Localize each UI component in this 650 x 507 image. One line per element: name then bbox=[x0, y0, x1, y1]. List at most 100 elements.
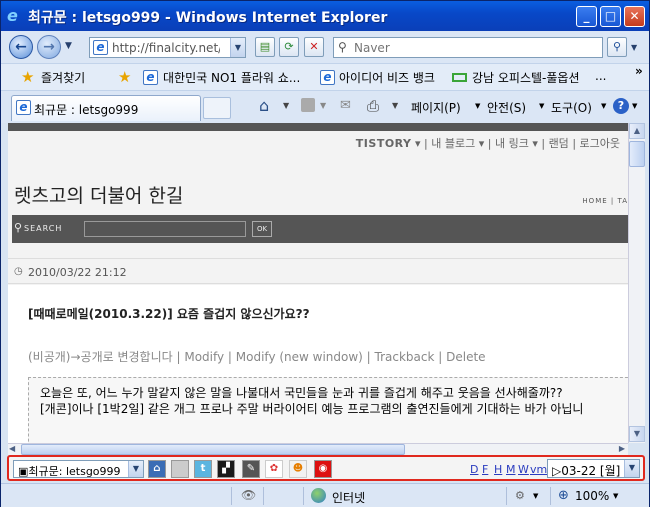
favorites-more[interactable]: ... bbox=[595, 69, 606, 83]
maximize-button[interactable]: □ bbox=[600, 6, 621, 27]
link-h[interactable]: H bbox=[494, 463, 502, 476]
tools-menu[interactable]: 도구(O) bbox=[551, 99, 592, 116]
home-icon[interactable]: ⌂ bbox=[259, 96, 269, 115]
blog-search-input[interactable] bbox=[84, 221, 246, 237]
top-border bbox=[8, 123, 628, 131]
search-options-dropdown-icon[interactable]: ▼ bbox=[631, 43, 637, 52]
chevron-down-icon[interactable]: ▼ bbox=[533, 492, 538, 500]
chevron-down-icon[interactable]: ▼ bbox=[320, 101, 326, 110]
chevron-right-icon[interactable]: » bbox=[635, 64, 643, 78]
feeds-icon[interactable] bbox=[301, 98, 315, 112]
search-ok-button[interactable]: OK bbox=[252, 221, 272, 237]
quote-line-2: [개콘]이나 [1박2일] 같은 개그 프로나 주말 버라이어티 예능 프로그램… bbox=[40, 402, 584, 416]
help-button[interactable]: ? bbox=[613, 98, 629, 114]
my-link-link[interactable]: 내 링크 bbox=[495, 137, 529, 150]
compatibility-view-icon[interactable]: ▤ bbox=[255, 37, 275, 57]
profile-icon[interactable] bbox=[171, 460, 189, 478]
refresh-icon[interactable]: ⟳ bbox=[279, 37, 299, 57]
link-m[interactable]: M bbox=[506, 463, 516, 476]
recent-pages-dropdown-icon[interactable]: ▼ bbox=[65, 41, 72, 51]
picasa-icon[interactable]: ✿ bbox=[265, 460, 283, 478]
date-select[interactable]: ▷03-22 [월] ▼ bbox=[547, 459, 640, 478]
address-dropdown-icon[interactable]: ▼ bbox=[230, 38, 245, 57]
print-icon[interactable]: ⎙ bbox=[367, 97, 379, 115]
add-favorite-star-icon[interactable]: ★ bbox=[118, 68, 131, 86]
horizontal-scrollbar[interactable]: ◀ ▶ bbox=[8, 443, 628, 455]
chevron-down-icon: ▼ bbox=[539, 102, 545, 110]
close-button[interactable]: ✕ bbox=[624, 6, 645, 27]
random-link[interactable]: 랜덤 bbox=[549, 137, 569, 150]
safety-menu[interactable]: 안전(S) bbox=[487, 99, 526, 116]
chevron-down-icon[interactable]: ▼ bbox=[128, 461, 143, 477]
privacy-icon[interactable]: 👁 bbox=[241, 488, 256, 502]
people-icon[interactable]: ☻ bbox=[289, 460, 307, 478]
favorite-link-2[interactable]: 아이디어 비즈 뱅크 bbox=[339, 69, 435, 86]
tab-bar: e 최규문 : letsgo999 ⌂ ▼ ▼ ✉ ⎙ ▼ 페이지(P) ▼ 안… bbox=[1, 91, 649, 123]
forward-button[interactable]: → bbox=[37, 35, 61, 59]
link-d[interactable]: D bbox=[470, 463, 478, 476]
tistory-logo[interactable]: TISTORY bbox=[356, 137, 412, 150]
address-url[interactable]: http://finalcity.net/tv bbox=[112, 41, 220, 55]
twitter-icon[interactable]: t bbox=[194, 460, 212, 478]
account-select-value: ▣최규문: letsgo999 bbox=[18, 465, 121, 478]
chevron-down-icon[interactable]: ▼ bbox=[613, 492, 618, 500]
stop-icon[interactable]: ✕ bbox=[304, 37, 324, 57]
post-panel: [때때로메일(2010.3.22)] 요즘 즐겁지 않으신가요?? (비공개)→… bbox=[8, 285, 628, 443]
favorite-link-3[interactable]: 강남 오피스텔-풀옵션 bbox=[472, 69, 580, 86]
post-meta-links[interactable]: (비공개)→공개로 변경합니다 | Modify | Modify (new w… bbox=[28, 348, 486, 365]
window-title: 최규문 : letsgo999 - Windows Internet Explo… bbox=[28, 10, 388, 26]
title-bar[interactable]: e 최규문 : letsgo999 - Windows Internet Exp… bbox=[1, 1, 649, 31]
chevron-down-icon[interactable]: ▼ bbox=[632, 102, 637, 110]
chevron-down-icon[interactable]: ▼ bbox=[392, 101, 398, 110]
home-icon[interactable]: ⌂ bbox=[148, 460, 166, 478]
tistory-toolbar: TISTORY ▾ | 내 블로그 ▾ | 내 링크 ▾ | 랜덤 | 로그아웃 bbox=[355, 137, 620, 150]
location-icon[interactable]: ◉ bbox=[314, 460, 332, 478]
favorites-bar: ★ 즐겨찾기 ★ e 대한민국 NO1 플라워 쇼... e 아이디어 비즈 뱅… bbox=[1, 63, 649, 91]
delicious-icon[interactable]: ▞ bbox=[217, 460, 235, 478]
logout-link[interactable]: 로그아웃 bbox=[580, 137, 620, 150]
chevron-down-icon[interactable]: ▼ bbox=[624, 460, 639, 477]
favorites-button[interactable]: 즐겨찾기 bbox=[41, 69, 85, 86]
blog-title[interactable]: 렛츠고의 더불어 한길 bbox=[14, 181, 183, 208]
account-select[interactable]: ▣최규문: letsgo999 ▼ bbox=[13, 460, 144, 478]
post-title[interactable]: [때때로메일(2010.3.22)] 요즘 즐겁지 않으신가요?? bbox=[28, 305, 310, 322]
post-quote-box: 오늘은 또, 어느 누가 말같지 않은 말을 나불대서 국민들을 눈과 귀를 즐… bbox=[28, 377, 628, 443]
vertical-scrollbar[interactable]: ▲ ▼ bbox=[628, 123, 645, 443]
internet-zone-icon bbox=[311, 488, 326, 503]
search-box[interactable]: ⚲ bbox=[333, 37, 603, 58]
clock-icon: ◷ bbox=[14, 266, 23, 277]
browser-window: e 최규문 : letsgo999 - Windows Internet Exp… bbox=[0, 0, 650, 507]
vertical-scroll-thumb[interactable] bbox=[629, 141, 645, 167]
my-blog-link[interactable]: 내 블로그 bbox=[431, 137, 475, 150]
address-bar[interactable]: e http://finalcity.net/tv ▼ bbox=[89, 37, 246, 58]
mail-icon[interactable]: ✉ bbox=[340, 98, 351, 113]
page-icon: e bbox=[16, 100, 31, 115]
zoom-level[interactable]: 100% bbox=[575, 489, 609, 503]
scroll-up-button[interactable]: ▲ bbox=[629, 123, 645, 139]
zoom-icon: ⊕ bbox=[558, 488, 569, 503]
search-button[interactable]: ⚲ bbox=[607, 37, 627, 57]
home-nav[interactable]: HOME | TA bbox=[582, 197, 628, 205]
page-icon: e bbox=[93, 40, 108, 55]
chevron-down-icon: ▼ bbox=[475, 102, 481, 110]
favorite-link-1[interactable]: 대한민국 NO1 플라워 쇼... bbox=[163, 69, 300, 86]
favorites-star-icon: ★ bbox=[21, 68, 35, 86]
back-button[interactable]: ← bbox=[9, 35, 33, 59]
horizontal-scroll-thumb[interactable] bbox=[21, 444, 405, 455]
link-vm[interactable]: vm bbox=[530, 463, 547, 476]
pen-icon[interactable]: ✎ bbox=[242, 460, 260, 478]
new-tab-button[interactable] bbox=[203, 97, 231, 119]
scroll-left-button[interactable]: ◀ bbox=[9, 444, 15, 453]
page-menu[interactable]: 페이지(P) bbox=[411, 99, 461, 116]
active-tab[interactable]: e 최규문 : letsgo999 bbox=[11, 95, 201, 121]
minimize-button[interactable]: _ bbox=[576, 6, 597, 27]
link-f[interactable]: F bbox=[482, 463, 488, 476]
search-input[interactable] bbox=[354, 40, 594, 55]
status-bar: 👁 인터넷 ⚙ ▼ ⊕ 100% ▼ bbox=[1, 483, 649, 507]
protected-mode-icon[interactable]: ⚙ bbox=[515, 489, 525, 502]
link-w[interactable]: W bbox=[518, 463, 529, 476]
scroll-down-button[interactable]: ▼ bbox=[629, 426, 645, 442]
scroll-right-button[interactable]: ▶ bbox=[619, 444, 625, 453]
date-select-value: ▷03-22 [월] bbox=[552, 464, 621, 478]
chevron-down-icon[interactable]: ▼ bbox=[283, 101, 289, 110]
